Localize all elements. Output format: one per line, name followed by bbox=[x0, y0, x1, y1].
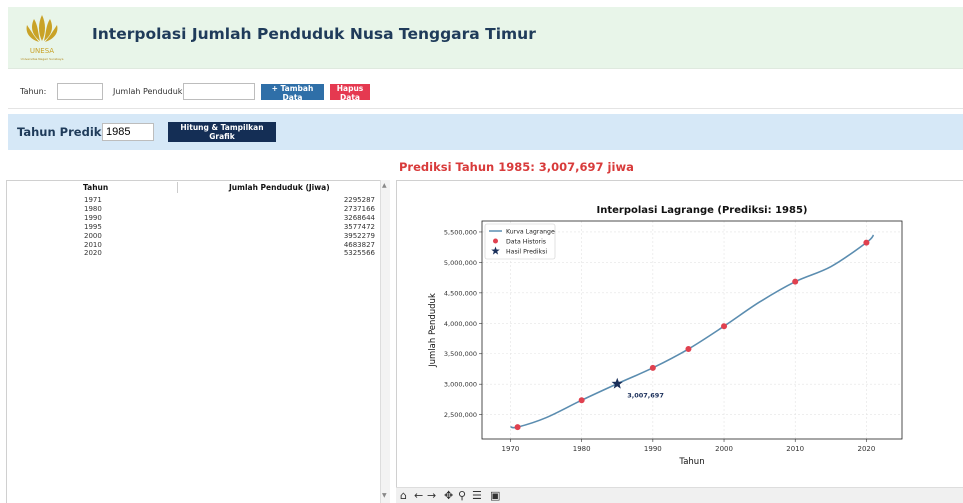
x-tick-label: 2020 bbox=[857, 445, 875, 453]
table-cell-tahun: 2000 bbox=[84, 231, 102, 240]
x-tick-label: 1980 bbox=[573, 445, 591, 453]
y-tick-label: 2,500,000 bbox=[444, 411, 477, 419]
legend-label-historis: Data Historis bbox=[506, 239, 546, 246]
table-cell-jumlah: 4683827 bbox=[343, 240, 375, 249]
table-cell-jumlah: 3268644 bbox=[343, 213, 375, 222]
hitung-tampilkan-button[interactable]: Hitung & Tampilkan Grafik bbox=[168, 122, 276, 142]
legend-label-kurva: Kurva Lagrange bbox=[506, 229, 555, 236]
table-cell-tahun: 1971 bbox=[84, 196, 102, 204]
table-cell-jumlah: 2295287 bbox=[343, 196, 375, 204]
table-scrollbar[interactable]: ▲ ▼ bbox=[380, 180, 390, 503]
table-cell-tahun: 1990 bbox=[84, 213, 102, 222]
legend-label-prediksi: Hasil Prediksi bbox=[506, 249, 547, 256]
pan-icon[interactable]: ✥ bbox=[444, 489, 453, 502]
zoom-icon[interactable]: ⚲ bbox=[458, 489, 466, 502]
y-tick-label: 3,000,000 bbox=[444, 381, 477, 389]
jumlah-label: Jumlah Penduduk: bbox=[113, 87, 186, 96]
legend-point-marker bbox=[493, 238, 498, 244]
column-header-tahun[interactable]: Tahun bbox=[83, 183, 108, 192]
y-axis-label: Jumlah Penduduk bbox=[428, 293, 438, 368]
x-tick-label: 1990 bbox=[644, 445, 662, 453]
x-tick-label: 2000 bbox=[715, 445, 733, 453]
lagrange-curve-line bbox=[510, 234, 875, 429]
data-point-historis bbox=[792, 278, 799, 285]
table-cell-jumlah: 5325566 bbox=[343, 249, 375, 258]
configure-icon[interactable]: ☰ bbox=[472, 489, 482, 502]
scroll-up-icon[interactable]: ▲ bbox=[382, 182, 387, 189]
data-input-row: Tahun: Jumlah Penduduk: + Tambah Data Ha… bbox=[8, 73, 963, 109]
scroll-down-icon[interactable]: ▼ bbox=[382, 492, 387, 499]
y-tick-label: 3,500,000 bbox=[444, 350, 477, 358]
tahun-prediksi-input[interactable] bbox=[102, 123, 154, 141]
tambah-data-button[interactable]: + Tambah Data bbox=[261, 84, 324, 102]
data-point-historis bbox=[685, 346, 692, 353]
column-divider bbox=[177, 182, 178, 193]
table-cell-tahun: 1980 bbox=[84, 204, 102, 213]
hapus-data-button[interactable]: Hapus Data bbox=[330, 84, 370, 102]
prediction-star-marker bbox=[611, 377, 623, 389]
chart-canvas: 1970 1980 1990 2000 2010 2020 2,500,000 3,000,0… bbox=[428, 205, 903, 467]
column-header-jumlah[interactable]: Jumlah Penduduk (Jiwa) bbox=[229, 183, 330, 192]
table-cell-jumlah: 3952279 bbox=[343, 231, 375, 240]
y-tick-label: 5,500,000 bbox=[444, 228, 477, 236]
data-point-historis bbox=[578, 397, 585, 404]
y-tick-label: 4,500,000 bbox=[444, 289, 477, 297]
table-cell-jumlah: 2737166 bbox=[343, 204, 375, 213]
back-icon[interactable]: ← bbox=[414, 489, 423, 502]
data-point-historis bbox=[721, 323, 728, 330]
x-tick-label: 2010 bbox=[786, 445, 804, 453]
jumlah-penduduk-input[interactable] bbox=[183, 83, 255, 100]
data-point-historis bbox=[863, 239, 870, 246]
chart-title: Interpolasi Lagrange (Prediksi: 1985) bbox=[596, 205, 807, 216]
prediction-result: Prediksi Tahun 1985: 3,007,697 jiwa bbox=[399, 160, 634, 174]
tahun-input[interactable] bbox=[57, 83, 103, 100]
page-title: Interpolasi Jumlah Penduduk Nusa Tenggar… bbox=[92, 25, 536, 43]
tahun-label: Tahun: bbox=[20, 87, 47, 96]
plot-toolbar: ⌂ ← → ✥ ⚲ ☰ ▣ bbox=[396, 487, 963, 503]
data-point-historis bbox=[649, 364, 656, 371]
app-header: UNESA Universitas Negeri Surabaya Interp… bbox=[8, 7, 963, 69]
x-axis-label: Tahun bbox=[678, 457, 704, 467]
forward-icon[interactable]: → bbox=[427, 489, 436, 502]
prediction-row: Tahun Prediksi: Hitung & Tampilkan Grafi… bbox=[8, 114, 963, 150]
data-point-historis bbox=[514, 424, 521, 431]
home-icon[interactable]: ⌂ bbox=[400, 489, 407, 502]
y-tick-label: 5,000,000 bbox=[444, 259, 477, 267]
data-table: Tahun Jumlah Penduduk (Jiwa) 1971 2295287… bbox=[6, 180, 381, 503]
svg-text:Universitas Negeri Surabaya: Universitas Negeri Surabaya bbox=[21, 57, 64, 61]
table-cell-tahun: 2020 bbox=[84, 249, 102, 258]
table-cell-tahun: 1995 bbox=[84, 222, 102, 231]
chart-panel: 1970 1980 1990 2000 2010 2020 2,500,000 3,000,0… bbox=[396, 180, 963, 503]
unesa-logo: UNESA Universitas Negeri Surabaya bbox=[21, 15, 64, 61]
y-tick-label: 4,000,000 bbox=[444, 320, 477, 328]
prediction-annotation: 3,007,697 bbox=[627, 392, 664, 400]
svg-text:UNESA: UNESA bbox=[30, 47, 54, 55]
table-cell-tahun: 2010 bbox=[84, 240, 102, 249]
x-tick-label: 1970 bbox=[502, 445, 520, 453]
save-icon[interactable]: ▣ bbox=[490, 489, 500, 502]
table-cell-jumlah: 3577472 bbox=[343, 222, 375, 231]
